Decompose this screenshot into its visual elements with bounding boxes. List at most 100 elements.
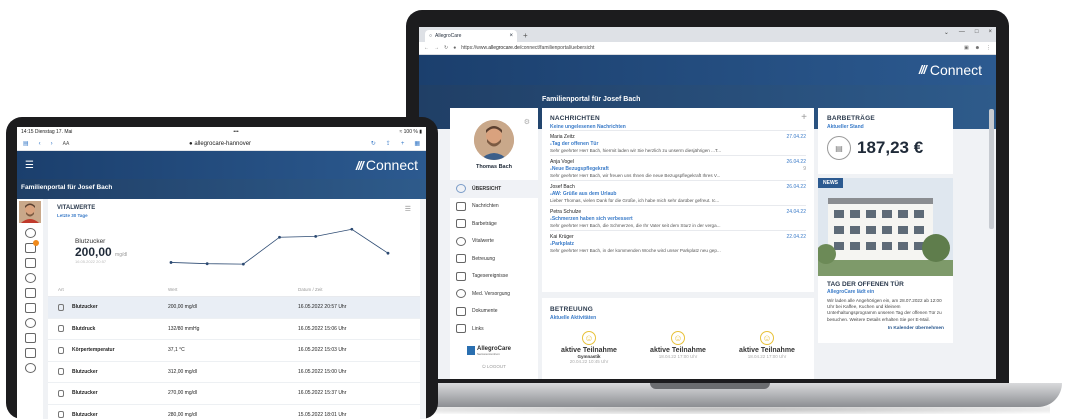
data-point-P3[interactable]: [241, 262, 245, 266]
gear-icon[interactable]: ⚙: [524, 118, 530, 126]
reader-button[interactable]: AA: [63, 141, 70, 147]
logout-button[interactable]: ⏻ LOGOUT: [450, 364, 538, 369]
minimize-icon[interactable]: —: [959, 29, 965, 36]
cell-art: Blutzucker: [72, 411, 98, 418]
reload-icon[interactable]: ↻: [444, 45, 448, 51]
care-activity[interactable]: ☺ aktive Teilnahme 18.04.22 17:00 Uhr: [639, 331, 717, 364]
message-item[interactable]: Anja Vogel 26.04.22 9 Neue Bezugspflegek…: [550, 155, 806, 180]
data-point-P4[interactable]: [278, 235, 281, 239]
sidebar-item-budget[interactable]: Barbeträge: [450, 215, 538, 233]
cell-datum: 16.05.2022 15:37 Uhr: [298, 390, 347, 397]
new-tab-icon[interactable]: +: [523, 31, 528, 40]
data-point-P6[interactable]: [350, 227, 354, 231]
news-image: NEWS: [818, 178, 953, 276]
add-message-icon[interactable]: +: [801, 112, 807, 123]
add-to-calendar-link[interactable]: In Kalender übernehmen: [827, 326, 944, 331]
sidebar-toggle-icon[interactable]: ▤: [23, 140, 29, 147]
vitals-table: Art Wert Datum / Zeit Blutzucker 200,00 …: [48, 283, 420, 419]
stethoscope-icon[interactable]: [24, 318, 36, 328]
data-point-P2[interactable]: [205, 262, 209, 266]
message-preview: Sehr geehrter Herr Bach, wir freuen uns …: [550, 173, 721, 178]
data-point-P1[interactable]: [169, 261, 173, 264]
message-item[interactable]: Kai Krüger 22.04.22 Parkplatz Sehr geehr…: [550, 230, 806, 255]
forward-icon[interactable]: ›: [51, 141, 53, 147]
connect-logo-icon: ///: [918, 63, 927, 77]
portal-band: Familienportal für Josef Bach: [17, 179, 426, 199]
status-time: 14:15 Dienstag 17. Mai: [21, 129, 73, 135]
sidebar-item-links[interactable]: Links: [450, 320, 538, 338]
sidebar-item-overview[interactable]: ÜBERSICHT: [450, 180, 538, 198]
link-icon[interactable]: [24, 348, 36, 358]
chevron-down-icon[interactable]: ⌄: [944, 29, 949, 36]
app-header: /// Connect: [419, 55, 996, 85]
table-row[interactable]: Blutzucker 200,00 mg/dl 16.05.2022 20:57…: [48, 297, 420, 319]
cell-wert: 280,00 mg/dl: [168, 411, 197, 418]
logout-icon[interactable]: [24, 363, 36, 373]
share-icon[interactable]: ⇪: [386, 140, 391, 147]
window-controls: ⌄ — □ ×: [944, 29, 992, 36]
care-activity[interactable]: ☺ aktive Teilnahme 18.04.22 17:00 Uhr: [728, 331, 806, 364]
message-item[interactable]: Josef Bach 26.04.22 AW: Grüße aus dem Ur…: [550, 180, 806, 205]
smiley-icon: ☺: [582, 331, 596, 345]
sidebar-item-medical[interactable]: Med. Versorgung: [450, 285, 538, 303]
back-icon[interactable]: ‹: [39, 141, 41, 147]
sidepanel-icon[interactable]: ▣: [964, 45, 969, 51]
logo-subtitle: Seniorenzentrum: [477, 351, 500, 356]
budget-row: ▤ 187,23 €: [827, 136, 944, 160]
sidebar-item-label: Vitalwerte: [472, 238, 494, 245]
sidebar-item-events[interactable]: Tagesereignisse: [450, 268, 538, 286]
heart-icon: [456, 236, 466, 246]
data-point-P5[interactable]: [314, 235, 318, 238]
connect-logo-icon: ///: [355, 159, 364, 173]
heart-icon[interactable]: [24, 273, 36, 283]
message-date: 22.04.22: [786, 234, 806, 240]
sidebar-item-vitals[interactable]: Vitalwerte: [450, 233, 538, 251]
menu-icon[interactable]: ⋮: [986, 45, 991, 51]
table-row[interactable]: Blutdruck 132/80 mmHg 16.05.2022 15:06 U…: [48, 319, 420, 340]
browser-tab[interactable]: ○ AllegroCare ×: [425, 30, 517, 42]
message-item[interactable]: Petra Schulze 24.04.22 Schmerzen haben s…: [550, 205, 806, 230]
allegrocare-logo-icon: [467, 346, 475, 355]
close-window-icon[interactable]: ×: [988, 29, 992, 36]
message-item[interactable]: Maria Zeitz 27.04.22 Tag der offenen Tür…: [550, 130, 806, 155]
document-icon[interactable]: [24, 333, 36, 343]
table-row[interactable]: Blutzucker 270,00 mg/dl 16.05.2022 15:37…: [48, 383, 420, 405]
sidebar-item-label: Links: [472, 325, 484, 332]
scrollbar[interactable]: [989, 109, 994, 229]
care-activity[interactable]: ☺ aktive Teilnahme Gymnastik 20.04.22 10…: [550, 331, 628, 364]
data-point-P7[interactable]: [386, 251, 390, 255]
portal-title: Familienportal für Josef Bach: [21, 184, 113, 191]
hamburger-icon[interactable]: ☰: [25, 160, 34, 171]
maximize-icon[interactable]: □: [975, 29, 979, 36]
cell-datum: 15.05.2022 18:01 Uhr: [298, 411, 347, 418]
care-activity-label: aktive Teilnahme: [561, 347, 617, 354]
forward-icon[interactable]: →: [434, 45, 439, 51]
back-icon[interactable]: ←: [424, 45, 429, 51]
budget-card: BARBETRÄGE Aktueller Stand ▤ 187,23 €: [818, 108, 953, 174]
table-row[interactable]: Körpertemperatur 37,1 °C 16.05.2022 15:0…: [48, 340, 420, 362]
calendar-icon[interactable]: [24, 303, 36, 313]
table-row[interactable]: Blutzucker 312,00 mg/dl 16.05.2022 15:00…: [48, 362, 420, 383]
cell-wert: 200,00 mg/dl: [168, 304, 197, 311]
column-header-wert: Wert: [168, 287, 178, 292]
lock-icon: ●: [189, 140, 193, 147]
sidebar-item-messages[interactable]: Nachrichten: [450, 198, 538, 216]
cell-wert: 132/80 mmHg: [168, 325, 200, 332]
wallet-icon[interactable]: [24, 258, 36, 268]
mail-icon[interactable]: [24, 240, 39, 253]
reload-icon[interactable]: ↻: [371, 140, 376, 147]
close-icon[interactable]: ×: [509, 33, 513, 39]
address-bar[interactable]: ● allegrocare-hannover: [79, 141, 360, 147]
tabs-overview-icon[interactable]: ▦: [414, 140, 420, 147]
sidebar-item-care[interactable]: Betreuung: [450, 250, 538, 268]
overview-icon[interactable]: [24, 228, 36, 238]
stethoscope-icon: [456, 289, 466, 299]
filter-icon[interactable]: ☰: [405, 205, 411, 213]
table-row[interactable]: Blutzucker 280,00 mg/dl 15.05.2022 18:01…: [48, 405, 420, 419]
sidebar: [17, 199, 43, 419]
profile-icon[interactable]: ☻: [975, 45, 980, 51]
sidebar-item-documents[interactable]: Dokumente: [450, 303, 538, 321]
care-icon[interactable]: [24, 288, 36, 298]
new-tab-icon[interactable]: +: [401, 141, 405, 147]
address-bar[interactable]: https://www.allegrocare.de/connect/famil…: [461, 45, 594, 51]
